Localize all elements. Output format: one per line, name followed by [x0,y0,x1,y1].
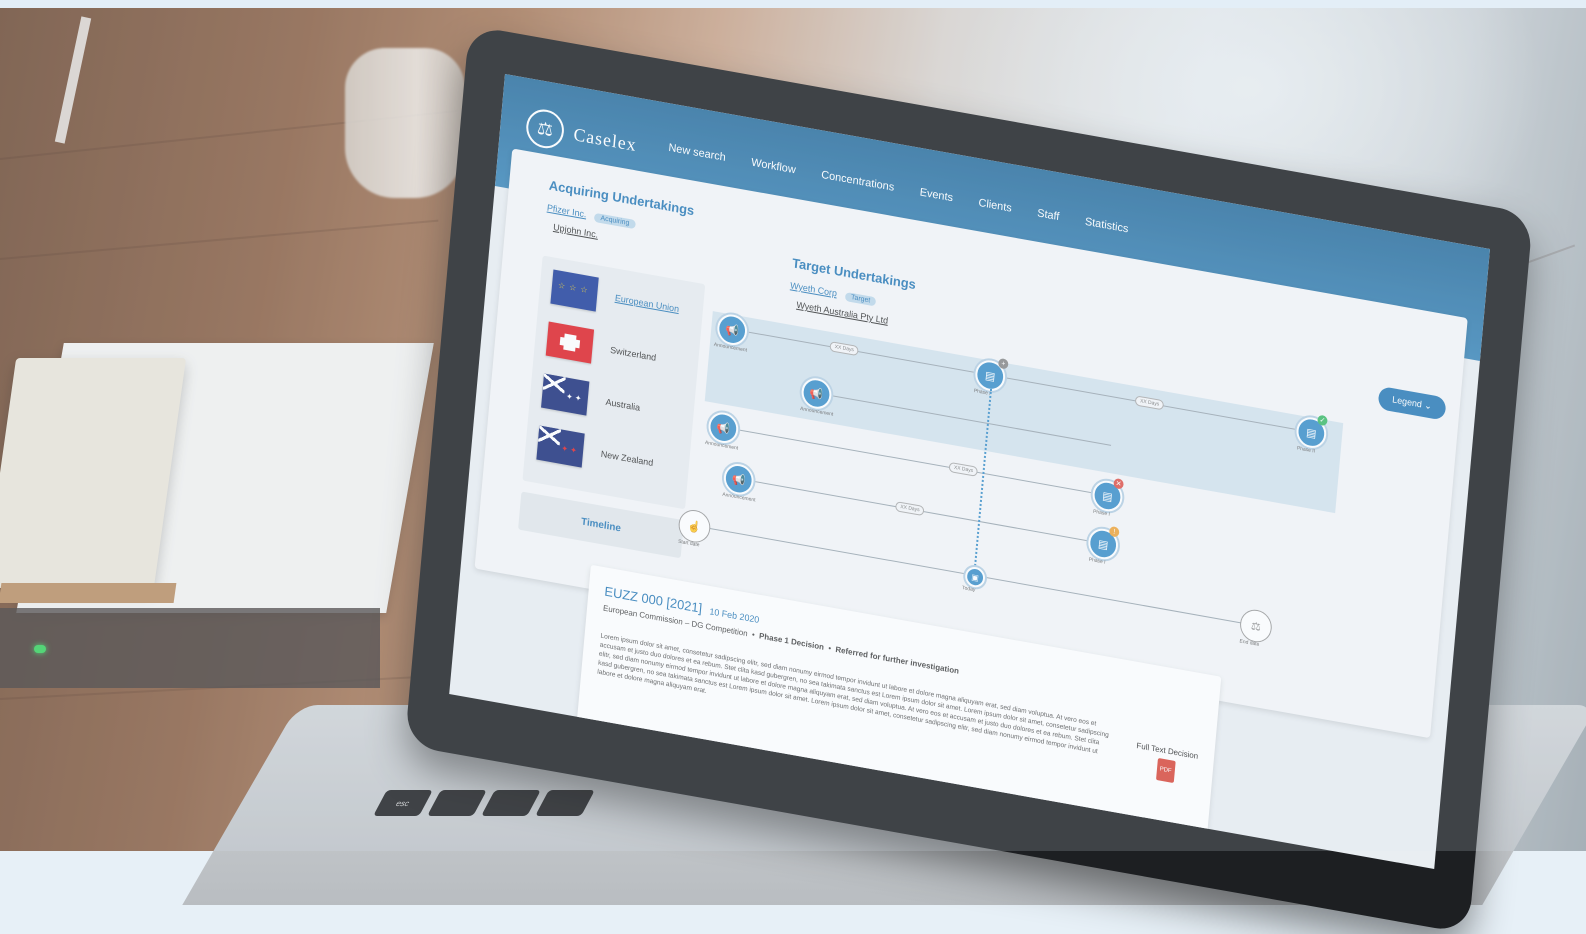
country-item-australia[interactable]: Australia [541,373,642,425]
nav-workflow[interactable]: Workflow [751,156,796,176]
acquiring-secondary-link[interactable]: Upjohn Inc. [553,222,599,240]
target-primary-link[interactable]: Wyeth Corp [790,280,838,298]
country-item-switzerland[interactable]: Switzerland [545,321,658,375]
top-border [0,0,1586,8]
full-text-label: Full Text Decision [1136,741,1199,761]
keyboard: esc [373,790,595,816]
key [481,790,541,816]
decision-date: 10 Feb 2020 [709,606,760,626]
country-label: Australia [605,396,641,413]
nav-new-search[interactable]: New search [668,142,726,164]
target-tag: Target [844,291,877,307]
coffee-cup [345,48,465,198]
country-label: New Zealand [600,448,654,469]
wood-grain [0,219,439,260]
laptop-screen: ⚖ Caselex New search Workflow Concentrat… [404,25,1534,934]
nav-statistics[interactable]: Statistics [1084,216,1128,236]
country-label: Switzerland [609,344,657,363]
notebook-cover [0,583,177,603]
eu-flag-icon [550,269,599,312]
nav-clients[interactable]: Clients [978,197,1012,215]
chevron-down-icon: ⌄ [1423,399,1433,412]
full-text-decision[interactable]: Full Text Decision PDF [1134,741,1199,787]
decision-outcome: Referred for further investigation [835,644,960,676]
country-list: European Union Switzerland Australia New… [522,255,706,510]
new-zealand-flag-icon [536,425,585,468]
country-label: European Union [614,292,680,315]
acquiring-tag: Acquiring [594,212,636,230]
country-item-eu[interactable]: European Union [550,269,680,327]
nav-staff[interactable]: Staff [1037,207,1060,223]
node-caption: Today [961,585,976,594]
switzerland-flag-icon [545,321,595,364]
notebook [0,358,187,588]
country-item-new-zealand[interactable]: New Zealand [536,425,654,480]
pdf-icon: PDF [1155,757,1176,784]
pen [54,16,92,144]
duration-pill: XX Days [894,501,925,517]
scales-icon: ⚖ [524,106,566,152]
legend-button[interactable]: Legend ⌄ [1377,385,1447,421]
duration-pill: XX Days [948,461,979,477]
status-led [34,645,46,653]
key [427,790,487,816]
decision-phase: Phase 1 Decision [758,631,825,652]
acquiring-primary-link[interactable]: Pfizer Inc. [547,202,587,219]
device-edge [0,608,380,688]
logo-text: Caselex [572,123,638,155]
nav-concentrations[interactable]: Concentrations [821,169,895,194]
legend-label: Legend [1391,394,1423,410]
australia-flag-icon [541,373,590,416]
nav-events[interactable]: Events [919,186,953,204]
